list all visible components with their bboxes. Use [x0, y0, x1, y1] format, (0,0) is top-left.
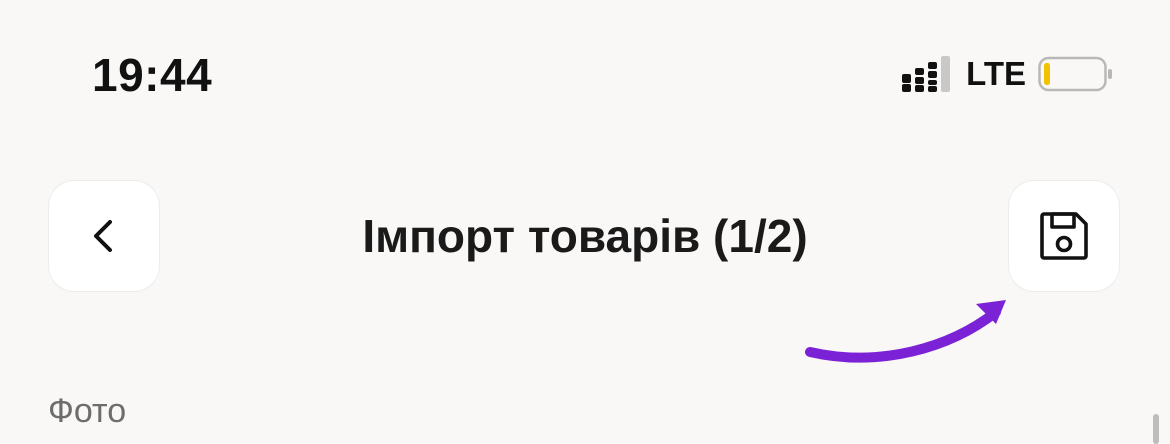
scroll-indicator[interactable] — [1153, 414, 1159, 444]
status-time: 19:44 — [92, 49, 213, 101]
battery-icon — [1038, 56, 1112, 92]
network-type: LTE — [966, 55, 1026, 92]
hint-arrow — [805, 300, 1006, 363]
status-bar: 19:44 LTE — [0, 0, 1170, 150]
status-indicators: LTE — [902, 55, 1114, 92]
floppy-disk-icon — [1040, 212, 1088, 260]
section-label-photo: Фото — [48, 392, 127, 430]
back-button[interactable] — [48, 180, 160, 292]
nav-header: Імпорт товарів (1/2) — [0, 180, 1170, 294]
chevron-left-icon — [94, 220, 112, 252]
save-button[interactable] — [1008, 180, 1120, 292]
page-title: Імпорт товарів (1/2) — [362, 210, 808, 262]
cellular-signal-icon — [902, 56, 951, 92]
